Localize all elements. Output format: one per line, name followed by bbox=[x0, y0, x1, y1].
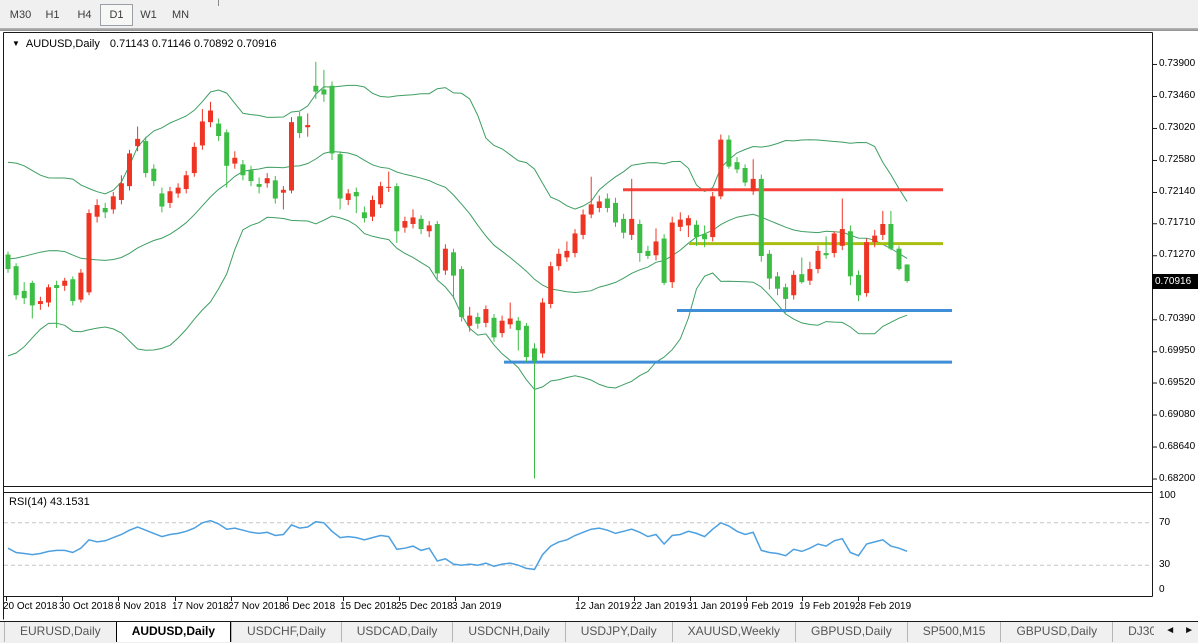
price-axis-label: 0.69080 bbox=[1159, 409, 1198, 420]
date-axis-label: 15 Dec 2018 bbox=[340, 601, 397, 612]
date-axis-label: 30 Oct 2018 bbox=[59, 601, 113, 612]
rsi-scale-label: 0 bbox=[1159, 584, 1198, 595]
price-axis-label: 0.71710 bbox=[1159, 217, 1198, 228]
price-axis-label: 0.68200 bbox=[1159, 473, 1198, 484]
price-axis-label: 0.73020 bbox=[1159, 122, 1198, 133]
current-price-badge: 0.70916 bbox=[1152, 274, 1198, 289]
chart-canvas[interactable] bbox=[0, 0, 1198, 643]
date-axis-label: 22 Jan 2019 bbox=[631, 601, 686, 612]
rsi-scale-label: 100 bbox=[1159, 490, 1198, 501]
chart-tab-bar: EURUSD,DailyAUDUSD,DailyUSDCHF,DailyUSDC… bbox=[0, 621, 1198, 643]
date-axis-label: 3 Jan 2019 bbox=[452, 601, 502, 612]
chart-title: ▼ AUDUSD,Daily 0.71143 0.71146 0.70892 0.7… bbox=[12, 38, 276, 50]
price-axis-label: 0.68640 bbox=[1159, 441, 1198, 452]
price-axis-label: 0.73460 bbox=[1159, 90, 1198, 101]
chart-tab-dj30-h4[interactable]: DJ30,H4 bbox=[1112, 622, 1154, 642]
date-axis-label: 12 Jan 2019 bbox=[575, 601, 630, 612]
price-axis-label: 0.72580 bbox=[1159, 154, 1198, 165]
date-axis-label: 20 Oct 2018 bbox=[3, 601, 57, 612]
date-axis-label: 31 Jan 2019 bbox=[687, 601, 742, 612]
date-axis-label: 28 Feb 2019 bbox=[855, 601, 911, 612]
date-axis-label: 25 Dec 2018 bbox=[396, 601, 453, 612]
chart-tab-audusd-daily[interactable]: AUDUSD,Daily bbox=[116, 622, 231, 642]
price-axis-label: 0.71270 bbox=[1159, 249, 1198, 260]
chevron-down-icon: ▼ bbox=[12, 39, 20, 48]
chart-tab-gbpusd-daily[interactable]: GBPUSD,Daily bbox=[795, 622, 907, 642]
chart-tab-usdjpy-daily[interactable]: USDJPY,Daily bbox=[565, 622, 672, 642]
price-axis-label: 0.70390 bbox=[1159, 313, 1198, 324]
price-axis-label: 0.72140 bbox=[1159, 186, 1198, 197]
date-axis-label: 19 Feb 2019 bbox=[799, 601, 855, 612]
date-axis-label: 6 Dec 2018 bbox=[284, 601, 335, 612]
scroll-tabs-left-icon[interactable]: ◄ bbox=[1165, 625, 1175, 636]
rsi-scale-label: 70 bbox=[1159, 517, 1198, 528]
chart-tab-usdcnh-daily[interactable]: USDCNH,Daily bbox=[452, 622, 564, 642]
chart-tab-usdcad-daily[interactable]: USDCAD,Daily bbox=[341, 622, 453, 642]
chart-tab-usdchf-daily[interactable]: USDCHF,Daily bbox=[231, 622, 341, 642]
chart-ohlc-values: 0.71143 0.71146 0.70892 0.70916 bbox=[110, 38, 277, 50]
date-axis-label: 9 Feb 2019 bbox=[743, 601, 794, 612]
chart-tab-sp500-m15[interactable]: SP500,M15 bbox=[907, 622, 1001, 642]
rsi-indicator-label: RSI(14) 43.1531 bbox=[9, 496, 90, 508]
chart-tab-eurusd-daily[interactable]: EURUSD,Daily bbox=[4, 622, 116, 642]
rsi-scale-label: 30 bbox=[1159, 559, 1198, 570]
scroll-tabs-right-icon[interactable]: ► bbox=[1184, 625, 1194, 636]
price-axis-label: 0.69950 bbox=[1159, 345, 1198, 356]
date-axis-label: 27 Nov 2018 bbox=[228, 601, 285, 612]
chart-tab-xauusd-weekly[interactable]: XAUUSD,Weekly bbox=[672, 622, 795, 642]
chart-tab-gbpusd-daily[interactable]: GBPUSD,Daily bbox=[1000, 622, 1112, 642]
date-axis-label: 8 Nov 2018 bbox=[115, 601, 166, 612]
price-axis-label: 0.69520 bbox=[1159, 377, 1198, 388]
price-axis-label: 0.73900 bbox=[1159, 58, 1198, 69]
date-axis-label: 17 Nov 2018 bbox=[172, 601, 229, 612]
chart-symbol-label: AUDUSD,Daily bbox=[26, 38, 100, 50]
